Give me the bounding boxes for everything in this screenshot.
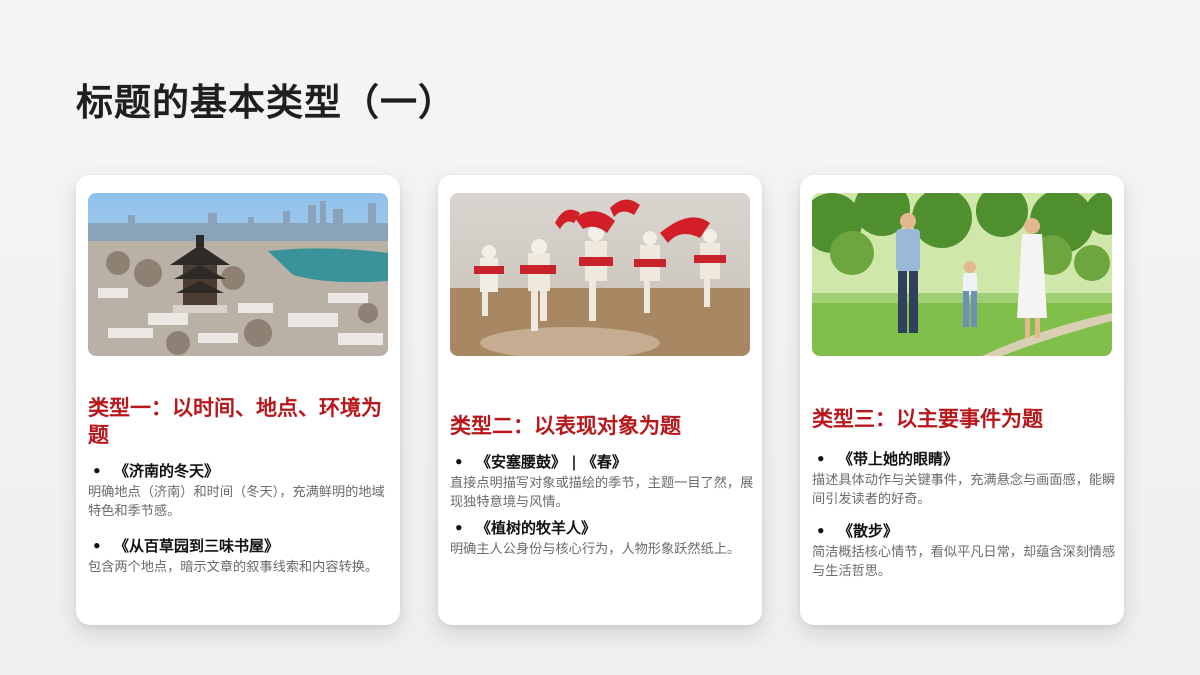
bullet-icon: • bbox=[454, 453, 464, 471]
item-title: • 《散步》 bbox=[812, 522, 1118, 541]
type-card-2: 类型二：以表现对象为题 • 《安塞腰鼓》 | 《春》 直接点明描写对象或描绘的季节… bbox=[438, 175, 762, 625]
list-item: • 《安塞腰鼓》 | 《春》 直接点明描写对象或描绘的季节，主题一目了然，展现独特… bbox=[450, 453, 756, 512]
item-title-text: 《从百草园到三味书屋》 bbox=[114, 537, 280, 555]
list-item: • 《植树的牧羊人》 明确主人公身份与核心行为，人物形象跃然纸上。 bbox=[450, 519, 756, 559]
family-walk-park-photo bbox=[812, 193, 1112, 356]
item-title: • 《安塞腰鼓》 | 《春》 bbox=[450, 453, 756, 472]
waist-drum-dancers-photo bbox=[450, 193, 750, 356]
bullet-icon: • bbox=[92, 462, 102, 480]
bullet-icon: • bbox=[816, 450, 826, 468]
type-card-3: 类型三：以主要事件为题 • 《带上她的眼睛》 描述具体动作与关键事件，充满悬念与画… bbox=[800, 175, 1124, 625]
item-description: 明确地点（济南）和时间（冬天），充满鲜明的地域特色和季节感。 bbox=[88, 485, 385, 519]
item-description: 直接点明描写对象或描绘的季节，主题一目了然，展现独特意境与风情。 bbox=[450, 476, 754, 510]
list-item: • 《带上她的眼睛》 描述具体动作与关键事件，充满悬念与画面感，能瞬间引发读者的好… bbox=[812, 450, 1118, 509]
item-title: • 《从百草园到三味书屋》 bbox=[88, 537, 394, 556]
item-description: 简洁概括核心情节，看似平凡日常，却蕴含深刻情感与生活哲思。 bbox=[812, 545, 1116, 579]
item-description: 描述具体动作与关键事件，充满悬念与画面感，能瞬间引发读者的好奇。 bbox=[812, 473, 1116, 507]
card-heading: 类型三：以主要事件为题 bbox=[812, 406, 1043, 431]
type-card-1: 类型一：以时间、地点、环境为题 • 《济南的冬天》 明确地点（济南）和时间（冬天）… bbox=[76, 175, 400, 625]
card-heading: 类型一：以时间、地点、环境为题 bbox=[88, 395, 382, 447]
item-title-text: 《植树的牧羊人》 bbox=[476, 519, 597, 537]
bullet-icon: • bbox=[816, 522, 826, 540]
item-description: 明确主人公身份与核心行为，人物形象跃然纸上。 bbox=[450, 542, 741, 557]
item-title: • 《植树的牧羊人》 bbox=[450, 519, 756, 538]
list-item: • 《散步》 简洁概括核心情节，看似平凡日常，却蕴含深刻情感与生活哲思。 bbox=[812, 522, 1118, 581]
item-title: • 《带上她的眼睛》 bbox=[812, 450, 1118, 469]
city-snow-pavilion-photo bbox=[88, 193, 388, 356]
bullet-icon: • bbox=[454, 519, 464, 537]
item-title-text: 《散步》 bbox=[838, 522, 899, 540]
list-item: • 《从百草园到三味书屋》 包含两个地点，暗示文章的叙事线索和内容转换。 bbox=[88, 537, 394, 577]
page-title: 标题的基本类型（一） bbox=[76, 80, 456, 124]
item-title-text: 《安塞腰鼓》 | 《春》 bbox=[476, 453, 627, 471]
item-description: 包含两个地点，暗示文章的叙事线索和内容转换。 bbox=[88, 560, 379, 575]
list-item: • 《济南的冬天》 明确地点（济南）和时间（冬天），充满鲜明的地域特色和季节感。 bbox=[88, 462, 394, 521]
item-title-text: 《济南的冬天》 bbox=[114, 462, 220, 480]
item-title: • 《济南的冬天》 bbox=[88, 462, 394, 481]
item-title-text: 《带上她的眼睛》 bbox=[838, 450, 959, 468]
card-heading: 类型二：以表现对象为题 bbox=[450, 413, 681, 438]
bullet-icon: • bbox=[92, 537, 102, 555]
